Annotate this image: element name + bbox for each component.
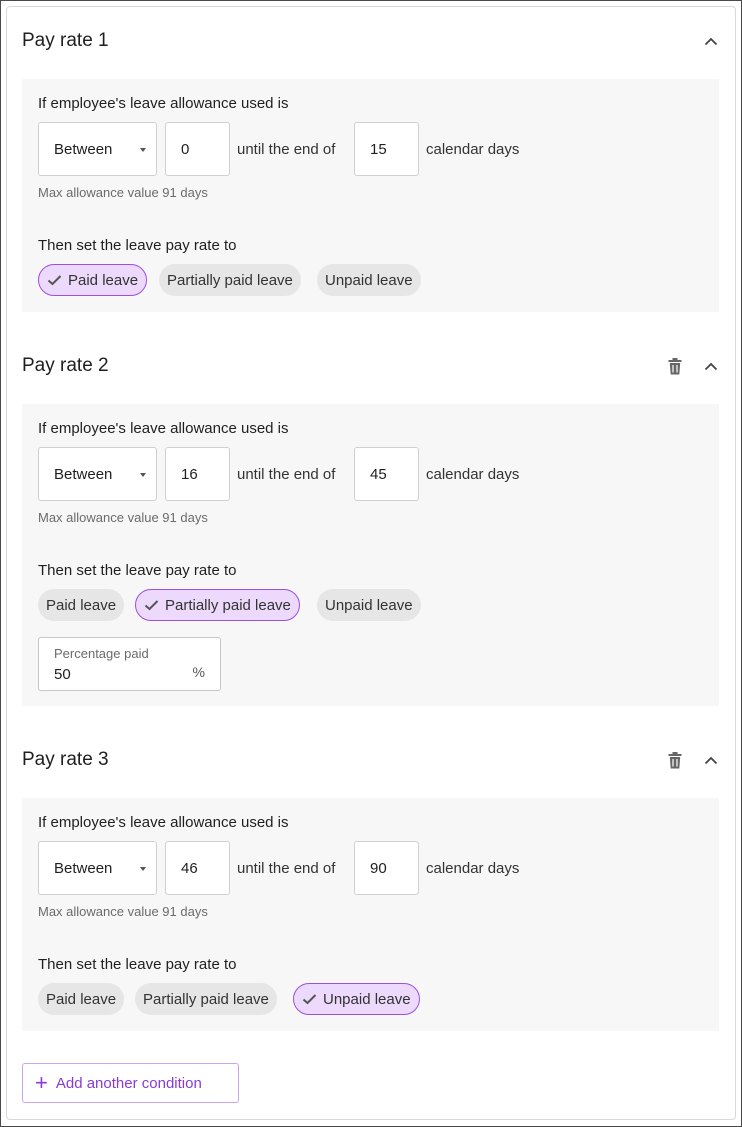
- percentage-paid-label: Percentage paid: [54, 646, 149, 661]
- condition-label: If employee's leave allowance used is: [38, 95, 289, 112]
- condition-label: If employee's leave allowance used is: [38, 814, 289, 831]
- from-days-value: 46: [181, 859, 198, 877]
- from-days-input[interactable]: 0: [165, 122, 230, 176]
- check-icon: [302, 994, 317, 1005]
- operator-value: Between: [54, 859, 113, 877]
- max-allowance-hint: Max allowance value 91 days: [38, 185, 208, 200]
- condition-label: If employee's leave allowance used is: [38, 420, 289, 437]
- chip-label: Unpaid leave: [323, 990, 411, 1008]
- pay-rate-2-header: Pay rate 2: [22, 351, 722, 381]
- to-days-input[interactable]: 15: [354, 122, 419, 176]
- chip-label: Partially paid leave: [167, 271, 293, 289]
- chip-label: Paid leave: [46, 990, 117, 1008]
- chip-unpaid-leave[interactable]: Unpaid leave: [317, 264, 421, 296]
- check-icon: [144, 600, 159, 611]
- pay-rate-3-header: Pay rate 3: [22, 745, 722, 775]
- trash-icon[interactable]: [664, 355, 686, 377]
- from-days-input[interactable]: 16: [165, 447, 230, 501]
- to-days-value: 15: [370, 140, 387, 158]
- trash-icon[interactable]: [664, 749, 686, 771]
- to-days-value: 90: [370, 859, 387, 877]
- pay-rate-1-panel: If employee's leave allowance used is Be…: [22, 79, 719, 312]
- pay-rate-2-actions: [664, 351, 722, 381]
- chip-label: Paid leave: [68, 271, 139, 289]
- to-days-value: 45: [370, 465, 387, 483]
- calendar-days-text: calendar days: [426, 140, 520, 158]
- chip-partially-paid-leave[interactable]: Partially paid leave: [135, 983, 277, 1015]
- from-days-value: 0: [181, 140, 190, 158]
- chip-unpaid-leave[interactable]: Unpaid leave: [293, 983, 420, 1015]
- chip-label: Paid leave: [46, 596, 117, 614]
- max-allowance-hint: Max allowance value 91 days: [38, 510, 208, 525]
- plus-icon: +: [35, 1070, 48, 1095]
- chip-paid-leave[interactable]: Paid leave: [38, 983, 125, 1015]
- chip-label: Unpaid leave: [325, 271, 413, 289]
- chip-unpaid-leave[interactable]: Unpaid leave: [317, 589, 421, 621]
- check-icon: [47, 275, 62, 286]
- from-days-value: 16: [181, 465, 198, 483]
- to-days-input[interactable]: 45: [354, 447, 419, 501]
- then-label: Then set the leave pay rate to: [38, 562, 237, 579]
- caret-down-icon: [140, 867, 146, 871]
- chip-partially-paid-leave[interactable]: Partially paid leave: [135, 589, 300, 621]
- pay-rate-2-panel: If employee's leave allowance used is Be…: [22, 404, 719, 706]
- pay-rate-1-header: Pay rate 1: [22, 26, 722, 56]
- add-condition-label: Add another condition: [55, 1074, 202, 1092]
- pay-rate-3-panel: If employee's leave allowance used is Be…: [22, 798, 719, 1031]
- pay-rate-1-actions: [700, 26, 722, 56]
- percentage-paid-field[interactable]: Percentage paid 50 %: [38, 637, 221, 691]
- chevron-up-icon[interactable]: [700, 30, 722, 52]
- chip-paid-leave[interactable]: Paid leave: [38, 264, 148, 296]
- until-text: until the end of: [237, 859, 336, 877]
- caret-down-icon: [140, 473, 146, 477]
- operator-select[interactable]: Between: [38, 841, 157, 895]
- chip-paid-leave[interactable]: Paid leave: [38, 589, 125, 621]
- chip-label: Partially paid leave: [165, 596, 291, 614]
- operator-select[interactable]: Between: [38, 122, 157, 176]
- chevron-up-icon[interactable]: [700, 355, 722, 377]
- add-another-condition-button[interactable]: + Add another condition: [22, 1063, 239, 1103]
- chip-label: Partially paid leave: [143, 990, 269, 1008]
- until-text: until the end of: [237, 140, 336, 158]
- chevron-up-icon[interactable]: [700, 749, 722, 771]
- pay-rate-3-title: Pay rate 3: [22, 749, 109, 770]
- pay-rate-1-title: Pay rate 1: [22, 30, 109, 51]
- then-label: Then set the leave pay rate to: [38, 956, 237, 973]
- percent-unit: %: [192, 664, 205, 680]
- chip-partially-paid-leave[interactable]: Partially paid leave: [159, 264, 301, 296]
- calendar-days-text: calendar days: [426, 465, 520, 483]
- from-days-input[interactable]: 46: [165, 841, 230, 895]
- operator-value: Between: [54, 140, 113, 158]
- percentage-paid-value: 50: [54, 666, 71, 683]
- calendar-days-text: calendar days: [426, 859, 520, 877]
- operator-select[interactable]: Between: [38, 447, 157, 501]
- caret-down-icon: [140, 148, 146, 152]
- pay-rate-3-actions: [664, 745, 722, 775]
- chip-label: Unpaid leave: [325, 596, 413, 614]
- until-text: until the end of: [237, 465, 336, 483]
- max-allowance-hint: Max allowance value 91 days: [38, 904, 208, 919]
- pay-rate-2-title: Pay rate 2: [22, 355, 109, 376]
- to-days-input[interactable]: 90: [354, 841, 419, 895]
- then-label: Then set the leave pay rate to: [38, 237, 237, 254]
- operator-value: Between: [54, 465, 113, 483]
